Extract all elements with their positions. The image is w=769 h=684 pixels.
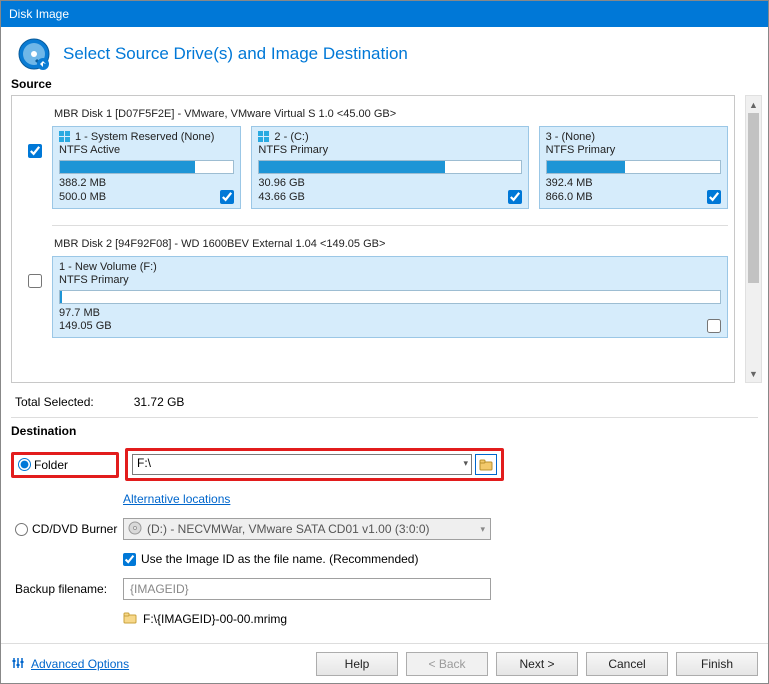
partition-total: 866.0 MB [546, 191, 721, 205]
destination-panel: Folder F:\ ▾ Alternative locations CD/DV… [1, 440, 768, 643]
partition[interactable]: 1 - System Reserved (None) NTFS Active 3… [52, 126, 241, 209]
partition[interactable]: 3 - (None) NTFS Primary 392.4 MB 866.0 M… [539, 126, 728, 209]
partition-fs: NTFS Primary [59, 274, 721, 286]
usage-bar [59, 290, 721, 304]
alternative-locations-link[interactable]: Alternative locations [123, 492, 230, 506]
disk-icon [17, 37, 51, 71]
usage-bar [59, 160, 234, 174]
chevron-down-icon: ▾ [463, 458, 468, 469]
total-selected-label: Total Selected: [15, 395, 94, 409]
disk-checkbox[interactable] [28, 144, 42, 158]
cd-burner-combo[interactable]: (D:) - NECVMWar, VMware SATA CD01 v1.00 … [123, 518, 491, 540]
disk-title: MBR Disk 1 [D07F5F2E] - VMware, VMware V… [52, 104, 728, 126]
backup-filename-input[interactable] [123, 578, 491, 600]
window-title: Disk Image [9, 7, 69, 21]
cd-burner-radio[interactable] [15, 523, 28, 536]
window-titlebar: Disk Image [1, 1, 768, 27]
windows-icon [258, 131, 270, 143]
back-button[interactable]: < Back [406, 652, 488, 676]
partition[interactable]: 1 - New Volume (F:) NTFS Primary 97.7 MB… [52, 256, 728, 339]
partition-total: 43.66 GB [258, 191, 521, 205]
file-icon [123, 611, 137, 628]
scrollbar[interactable]: ▲ ▼ [745, 95, 762, 383]
page-header: Select Source Drive(s) and Image Destina… [1, 27, 768, 75]
cd-burner-label: CD/DVD Burner [32, 522, 117, 536]
partition-name: 1 - System Reserved (None) [75, 131, 214, 143]
advanced-options-link[interactable]: Advanced Options [11, 656, 129, 673]
scroll-down-icon[interactable]: ▼ [746, 365, 761, 382]
folder-radio[interactable] [18, 458, 31, 471]
disk-block: MBR Disk 2 [94F92F08] - WD 1600BEV Exter… [18, 232, 728, 349]
partition-total: 149.05 GB [59, 320, 721, 334]
partition-checkbox[interactable] [707, 319, 721, 333]
usage-bar [258, 160, 521, 174]
partition-fs: NTFS Primary [546, 144, 721, 156]
folder-path-combo[interactable]: F:\ ▾ [132, 454, 472, 475]
partition-name: 1 - New Volume (F:) [59, 261, 157, 273]
cd-icon [128, 521, 142, 538]
use-imageid-label: Use the Image ID as the file name. (Reco… [141, 552, 418, 566]
folder-path-value: F:\ [137, 456, 151, 470]
partition-total: 500.0 MB [59, 191, 234, 205]
partition-fs: NTFS Active [59, 144, 234, 156]
source-label: Source [1, 75, 768, 93]
windows-icon [59, 131, 71, 143]
use-imageid-checkbox[interactable] [123, 553, 136, 566]
total-selected-value: 31.72 GB [134, 395, 185, 409]
partition-used: 388.2 MB [59, 177, 234, 191]
partition-checkbox[interactable] [220, 190, 234, 204]
partition-checkbox[interactable] [707, 190, 721, 204]
source-panel: MBR Disk 1 [D07F5F2E] - VMware, VMware V… [11, 95, 735, 383]
sliders-icon [11, 656, 25, 673]
browse-icon [479, 458, 493, 472]
partition-name: 3 - (None) [546, 131, 596, 143]
cancel-button[interactable]: Cancel [586, 652, 668, 676]
chevron-down-icon: ▾ [480, 524, 485, 535]
result-path: F:\{IMAGEID}-00-00.mrimg [143, 612, 287, 626]
usage-bar [546, 160, 721, 174]
page-title: Select Source Drive(s) and Image Destina… [63, 44, 408, 64]
partition-used: 392.4 MB [546, 177, 721, 191]
scroll-up-icon[interactable]: ▲ [746, 96, 761, 113]
partition-checkbox[interactable] [508, 190, 522, 204]
backup-filename-label: Backup filename: [15, 582, 107, 596]
partition-fs: NTFS Primary [258, 144, 521, 156]
disk-title: MBR Disk 2 [94F92F08] - WD 1600BEV Exter… [52, 234, 728, 256]
finish-button[interactable]: Finish [676, 652, 758, 676]
browse-button[interactable] [475, 454, 497, 475]
destination-label: Destination [1, 418, 768, 440]
help-button[interactable]: Help [316, 652, 398, 676]
total-selected-row: Total Selected: 31.72 GB [1, 387, 768, 417]
divider [52, 225, 728, 226]
next-button[interactable]: Next > [496, 652, 578, 676]
partition[interactable]: 2 - (C:) NTFS Primary 30.96 GB 43.66 GB [251, 126, 528, 209]
disk-block: MBR Disk 1 [D07F5F2E] - VMware, VMware V… [18, 102, 728, 219]
partition-used: 97.7 MB [59, 307, 721, 321]
scroll-thumb[interactable] [748, 113, 759, 283]
disk-checkbox[interactable] [28, 274, 42, 288]
advanced-options-label: Advanced Options [31, 657, 129, 671]
footer: Advanced Options Help < Back Next > Canc… [1, 643, 768, 684]
cd-burner-value: (D:) - NECVMWar, VMware SATA CD01 v1.00 … [147, 522, 430, 536]
partition-name: 2 - (C:) [274, 131, 308, 143]
folder-radio-label: Folder [34, 458, 68, 472]
partition-used: 30.96 GB [258, 177, 521, 191]
